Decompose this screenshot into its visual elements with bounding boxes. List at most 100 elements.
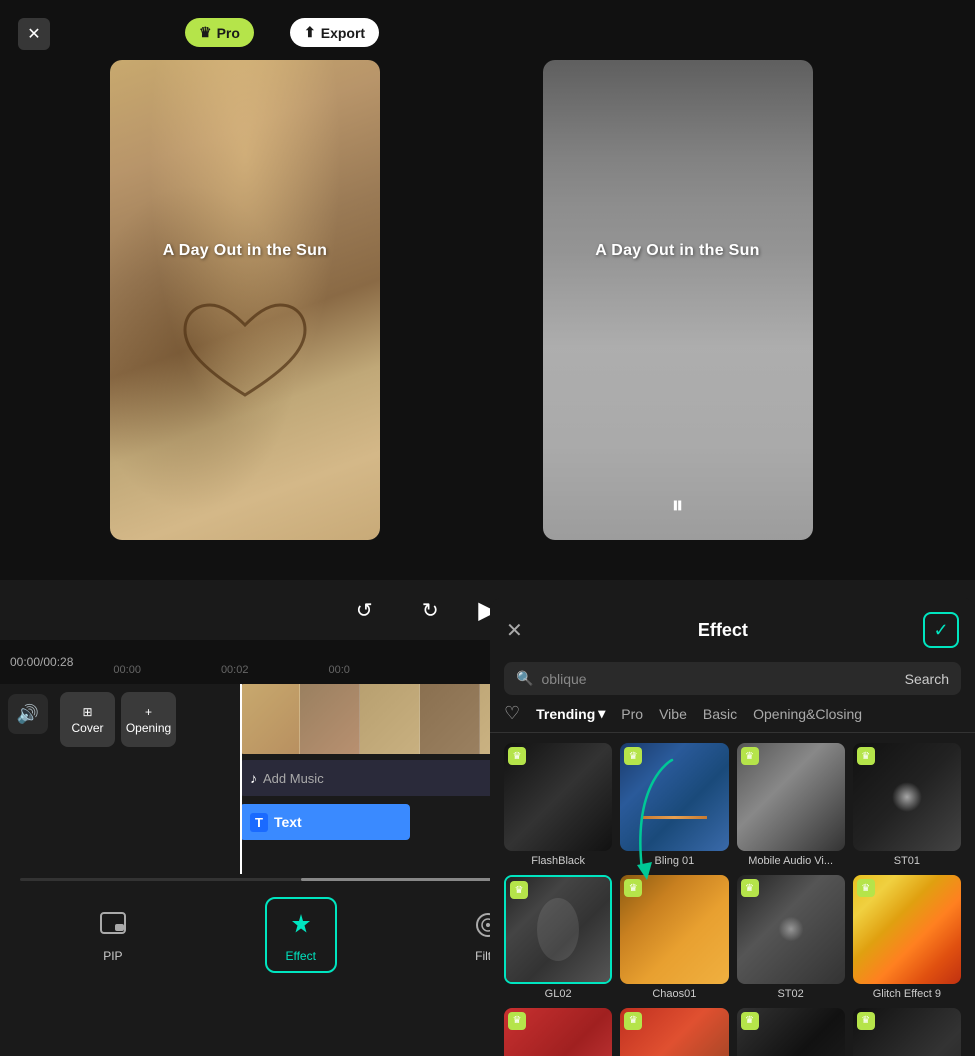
bling01-thumb: ♛ — [620, 743, 728, 851]
basic-tab[interactable]: Basic — [703, 704, 737, 724]
redo-button[interactable]: ↻ — [412, 592, 448, 628]
crown-badge: ♛ — [508, 747, 526, 765]
mobileaudio-thumb: ♛ — [737, 743, 845, 851]
st01-label: ST01 — [894, 855, 920, 867]
st02-thumb: ♛ — [737, 875, 845, 983]
music-track-label: Add Music — [263, 771, 324, 786]
st02-label: ST02 — [777, 988, 803, 1000]
ruler-mark-2: 00:0 — [288, 664, 389, 676]
effect-row3-3[interactable]: ♛ — [737, 1008, 845, 1056]
effect-mobileaudio[interactable]: ♛ Mobile Audio Vi... — [737, 743, 845, 867]
search-button[interactable]: Search — [905, 671, 949, 687]
opening-button[interactable]: + Opening — [121, 692, 176, 747]
crown-badge: ♛ — [857, 879, 875, 897]
strip-thumb-2 — [300, 684, 360, 754]
ruler-mark-0: 00:00 — [73, 664, 181, 676]
effect-st02[interactable]: ♛ ST02 — [737, 875, 845, 999]
close-button[interactable]: ✕ — [18, 18, 50, 50]
heart-shape — [175, 300, 315, 420]
right-video-text: A Day Out in the Sun — [595, 242, 760, 260]
row3-3-thumb: ♛ — [737, 1008, 845, 1056]
opening-icon: + — [145, 705, 152, 719]
crown-icon: ♛ — [199, 24, 212, 41]
export-icon: ⬆ — [304, 24, 316, 41]
undo-button[interactable]: ↺ — [346, 592, 382, 628]
effect-label: Effect — [285, 949, 315, 963]
export-button[interactable]: ⬆ Export — [290, 18, 379, 47]
crown-badge: ♛ — [741, 1012, 759, 1030]
sound-button[interactable]: 🔊 — [8, 694, 48, 734]
effect-panel: ✕ Effect ✓ 🔍 Search ♡ Trending ▾ Pro Vib… — [490, 598, 975, 1056]
effect-close-button[interactable]: ✕ — [506, 618, 523, 643]
strip-thumb-3 — [360, 684, 420, 754]
toolbar-pip[interactable]: PIP — [79, 899, 147, 971]
effect-row-3: ♛ ♛ ♛ ♛ — [504, 1008, 961, 1056]
effect-gl02[interactable]: ♛ GL02 — [504, 875, 612, 999]
effect-row3-2[interactable]: ♛ — [620, 1008, 728, 1056]
chaos01-thumb: ♛ — [620, 875, 728, 983]
effect-grid[interactable]: ♛ FlashBlack ♛ Bling 01 ♛ Mobile Audio V… — [490, 733, 975, 1056]
current-time: 00:00/00:28 — [10, 655, 73, 669]
crown-badge: ♛ — [624, 747, 642, 765]
pause-button[interactable]: ⏸ — [672, 492, 684, 520]
pro-button[interactable]: ♛ Pro — [185, 18, 254, 47]
effect-row-1: ♛ FlashBlack ♛ Bling 01 ♛ Mobile Audio V… — [504, 743, 961, 867]
st01-thumb: ♛ — [853, 743, 961, 851]
effect-glitch9[interactable]: ♛ Glitch Effect 9 — [853, 875, 961, 999]
text-track-label: Text — [274, 814, 302, 830]
crown-badge: ♛ — [510, 881, 528, 899]
pip-label: PIP — [103, 949, 122, 963]
effect-row3-1[interactable]: ♛ — [504, 1008, 612, 1056]
text-track-icon: T — [250, 813, 268, 832]
video-preview-area: ✕ ♛ Pro ⬆ Export A Day Out in the Sun — [0, 0, 975, 580]
effect-st01[interactable]: ♛ ST01 — [853, 743, 961, 867]
gl02-label: GL02 — [545, 988, 572, 1000]
flashblack-thumb: ♛ — [504, 743, 612, 851]
effect-bling01[interactable]: ♛ Bling 01 — [620, 743, 728, 867]
row3-1-thumb: ♛ — [504, 1008, 612, 1056]
effect-row3-4[interactable]: ♛ — [853, 1008, 961, 1056]
toolbar-effect[interactable]: Effect — [265, 897, 337, 973]
effect-icon — [283, 907, 319, 943]
right-video-frame: A Day Out in the Sun — [543, 60, 813, 540]
effect-row-2: ♛ GL02 ♛ Chaos01 ♛ ST02 — [504, 875, 961, 999]
left-video-text: A Day Out in the Sun — [163, 242, 328, 260]
strip-thumb-1 — [240, 684, 300, 754]
chaos01-label: Chaos01 — [652, 988, 696, 1000]
sound-icon: 🔊 — [17, 704, 39, 725]
search-icon: 🔍 — [516, 670, 533, 687]
left-video-preview: ✕ ♛ Pro ⬆ Export A Day Out in the Sun — [0, 0, 490, 580]
favorites-tab[interactable]: ♡ — [504, 703, 520, 724]
text-track[interactable]: T Text — [240, 804, 410, 840]
glitch9-label: Glitch Effect 9 — [873, 988, 941, 1000]
effect-flashblack[interactable]: ♛ FlashBlack — [504, 743, 612, 867]
cover-button[interactable]: ⊞ Cover — [60, 692, 115, 747]
left-video-background: A Day Out in the Sun — [110, 60, 380, 540]
track-buttons: ⊞ Cover + Opening — [60, 692, 176, 747]
timeline-cursor — [240, 684, 242, 874]
crown-badge: ♛ — [741, 747, 759, 765]
right-video-preview: A Day Out in the Sun ⏸ — [490, 0, 865, 580]
row3-4-thumb: ♛ — [853, 1008, 961, 1056]
pip-icon — [95, 907, 131, 943]
effect-confirm-button[interactable]: ✓ — [923, 612, 959, 648]
crown-badge: ♛ — [857, 747, 875, 765]
mobileaudio-label: Mobile Audio Vi... — [748, 855, 833, 867]
trending-tab[interactable]: Trending ▾ — [536, 705, 605, 722]
strip-thumb-4 — [420, 684, 480, 754]
pro-tab[interactable]: Pro — [621, 704, 643, 724]
glitch9-thumb: ♛ — [853, 875, 961, 983]
row3-2-thumb: ♛ — [620, 1008, 728, 1056]
search-input[interactable] — [541, 671, 896, 687]
opening-tab[interactable]: Opening&Closing — [753, 704, 862, 724]
gl02-thumb: ♛ — [504, 875, 612, 983]
crown-badge: ♛ — [741, 879, 759, 897]
vibe-tab[interactable]: Vibe — [659, 704, 687, 724]
crown-badge: ♛ — [624, 1012, 642, 1030]
cover-icon: ⊞ — [82, 705, 92, 719]
ruler-mark-1: 00:02 — [181, 664, 289, 676]
effect-tabs: ♡ Trending ▾ Pro Vibe Basic Opening&Clos… — [490, 703, 975, 733]
right-video-background: A Day Out in the Sun — [543, 60, 813, 540]
effect-chaos01[interactable]: ♛ Chaos01 — [620, 875, 728, 999]
dropdown-arrow-icon: ▾ — [598, 705, 605, 722]
